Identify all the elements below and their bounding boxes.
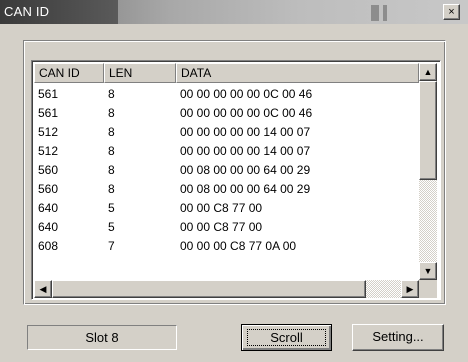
slot-status-label: Slot 8 <box>27 325 177 350</box>
cell-len: 8 <box>108 106 115 120</box>
cell-len: 8 <box>108 182 115 196</box>
table-row[interactable]: 640 5 00 00 C8 77 00 <box>34 199 420 218</box>
cell-can-id: 640 <box>38 220 59 234</box>
title-bar[interactable]: CAN ID × <box>0 0 468 24</box>
table-row[interactable]: 640 5 00 00 C8 77 00 <box>34 218 420 237</box>
vertical-scrollbar[interactable]: ▲ ▼ <box>419 63 437 280</box>
cell-data: 00 08 00 00 00 64 00 29 <box>180 163 311 177</box>
cell-len: 8 <box>108 144 115 158</box>
cell-can-id: 512 <box>38 125 59 139</box>
close-icon: × <box>448 6 455 18</box>
cell-can-id: 640 <box>38 201 59 215</box>
cell-len: 8 <box>108 87 115 101</box>
scroll-button-label: Scroll <box>247 329 326 346</box>
table-row[interactable]: 512 8 00 00 00 00 00 14 00 07 <box>34 123 420 142</box>
column-header-data[interactable]: DATA <box>176 63 419 83</box>
table-row[interactable]: 608 7 00 00 00 C8 77 0A 00 <box>34 237 420 256</box>
horizontal-scrollbar[interactable]: ◀ ▶ <box>34 280 419 298</box>
cell-data: 00 00 C8 77 00 <box>180 201 263 215</box>
cell-can-id: 608 <box>38 239 59 253</box>
cell-len: 8 <box>108 125 115 139</box>
can-message-list[interactable]: CAN ID LEN DATA 561 8 00 00 00 00 00 0C 00… <box>31 60 441 300</box>
cell-can-id: 512 <box>38 144 59 158</box>
cell-len: 8 <box>108 163 115 177</box>
scroll-left-button[interactable]: ◀ <box>34 280 52 298</box>
cell-can-id: 561 <box>38 106 59 120</box>
window-title: CAN ID <box>4 4 50 19</box>
cell-len: 5 <box>108 220 115 234</box>
table-row[interactable]: 560 8 00 08 00 00 00 64 00 29 <box>34 161 420 180</box>
table-row[interactable]: 512 8 00 00 00 00 00 14 00 07 <box>34 142 420 161</box>
arrow-left-icon: ◀ <box>39 284 47 294</box>
title-bar-decoration <box>371 5 379 21</box>
scroll-down-button[interactable]: ▼ <box>419 262 437 280</box>
column-header-can-id[interactable]: CAN ID <box>34 63 104 83</box>
arrow-right-icon: ▶ <box>406 284 414 294</box>
title-bar-decoration <box>383 5 387 21</box>
scrollbar-corner <box>419 280 437 298</box>
scroll-up-button[interactable]: ▲ <box>419 63 437 81</box>
table-row[interactable]: 561 8 00 00 00 00 00 0C 00 46 <box>34 85 420 104</box>
cell-data: 00 00 00 00 00 0C 00 46 <box>180 106 313 120</box>
close-button[interactable]: × <box>443 4 460 20</box>
setting-button[interactable]: Setting... <box>352 324 444 351</box>
cell-data: 00 00 00 C8 77 0A 00 <box>180 239 297 253</box>
cell-can-id: 561 <box>38 87 59 101</box>
cell-len: 5 <box>108 201 115 215</box>
arrow-down-icon: ▼ <box>423 266 433 276</box>
table-row[interactable]: 561 8 00 00 00 00 00 0C 00 46 <box>34 104 420 123</box>
horizontal-scroll-thumb[interactable] <box>52 280 366 298</box>
column-header-len[interactable]: LEN <box>104 63 176 83</box>
cell-data: 00 00 C8 77 00 <box>180 220 263 234</box>
cell-can-id: 560 <box>38 182 59 196</box>
cell-can-id: 560 <box>38 163 59 177</box>
cell-len: 7 <box>108 239 115 253</box>
table-row[interactable]: 560 8 00 08 00 00 00 64 00 29 <box>34 180 420 199</box>
arrow-up-icon: ▲ <box>423 67 433 77</box>
vertical-scroll-thumb[interactable] <box>419 81 437 180</box>
scroll-button[interactable]: Scroll <box>241 324 332 351</box>
vertical-scroll-track[interactable] <box>419 180 437 262</box>
cell-data: 00 08 00 00 00 64 00 29 <box>180 182 311 196</box>
cell-data: 00 00 00 00 00 0C 00 46 <box>180 87 313 101</box>
cell-data: 00 00 00 00 00 14 00 07 <box>180 125 311 139</box>
scroll-right-button[interactable]: ▶ <box>401 280 419 298</box>
cell-data: 00 00 00 00 00 14 00 07 <box>180 144 311 158</box>
